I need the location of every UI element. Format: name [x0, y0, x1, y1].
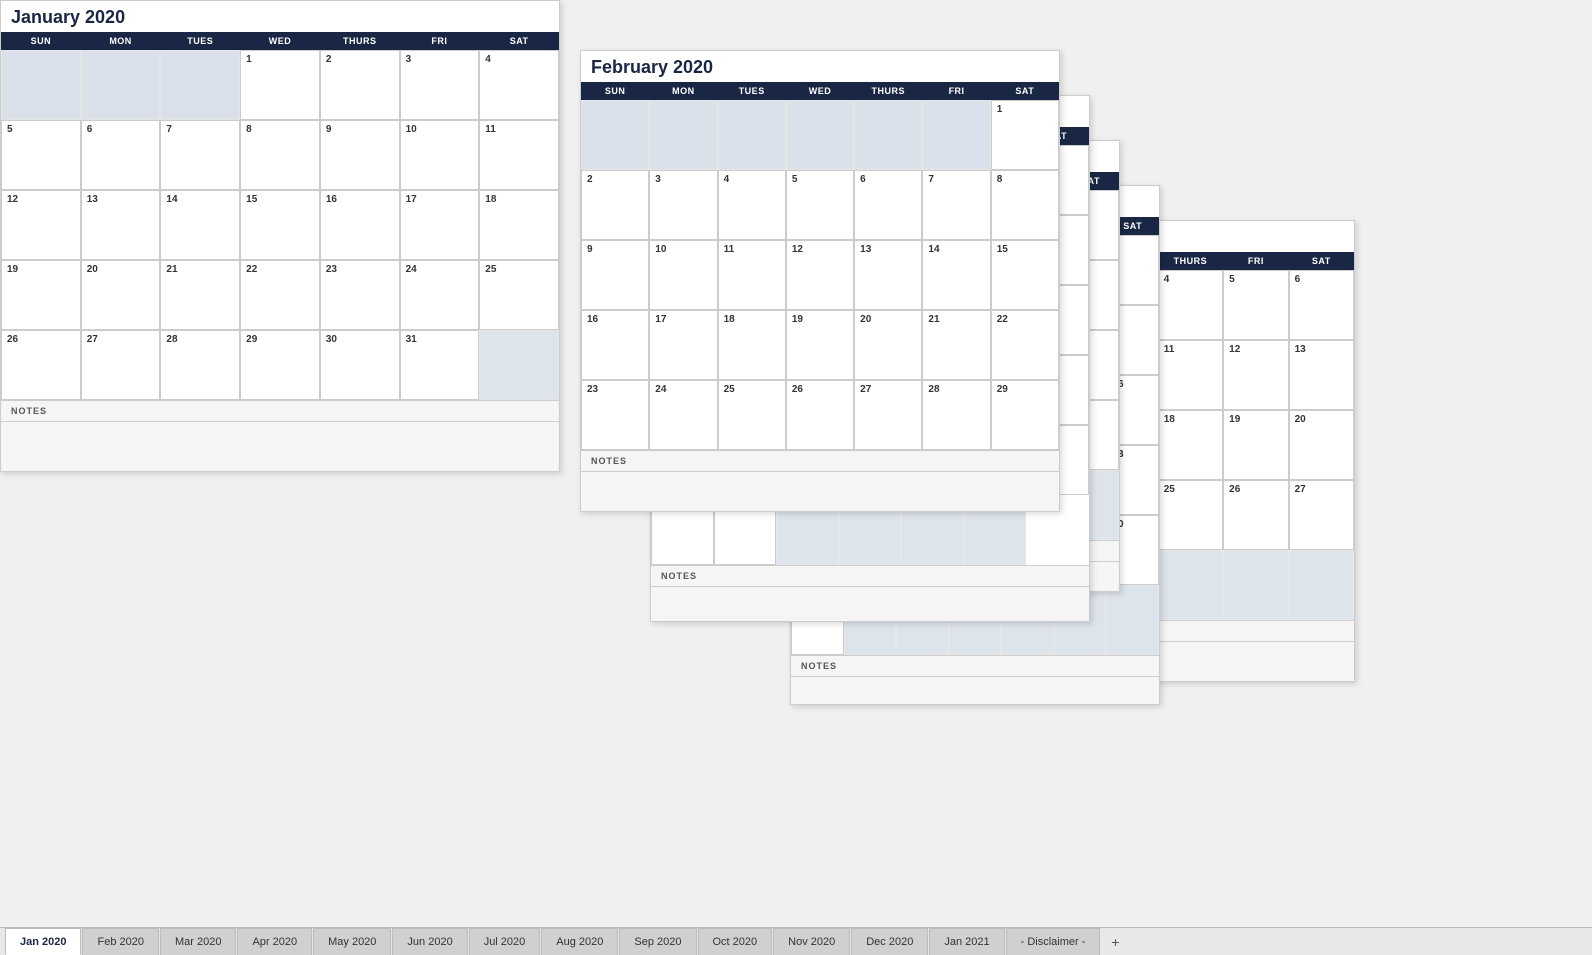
tab-feb-2020[interactable]: Feb 2020 [82, 928, 158, 955]
jan-hdr-thu: THURS [320, 32, 400, 50]
tab-dec-2020[interactable]: Dec 2020 [851, 928, 928, 955]
feb-hdr-thu: THURS [854, 82, 922, 100]
tab-may-2020[interactable]: May 2020 [313, 928, 391, 955]
tab-aug-2020[interactable]: Aug 2020 [541, 928, 618, 955]
jan-day-4: 4 [479, 50, 559, 120]
jan-day-12: 12 [1, 190, 81, 260]
jan-day-2: 2 [320, 50, 400, 120]
main-content: 2020 MONTHLY CALENDAR January 2020 SUN M… [0, 0, 1592, 927]
tab-jan-2020[interactable]: Jan 2020 [5, 928, 81, 955]
jan-day-18: 18 [479, 190, 559, 260]
jan-day-29: 29 [240, 330, 320, 400]
jan-day-31: 31 [400, 330, 480, 400]
app-container: 2020 MONTHLY CALENDAR January 2020 SUN M… [0, 0, 1592, 955]
tab-jun-2020[interactable]: Jun 2020 [392, 928, 467, 955]
january-title: January 2020 [1, 1, 559, 32]
tab-jan-2021[interactable]: Jan 2021 [929, 928, 1004, 955]
jan-hdr-sun: SUN [1, 32, 81, 50]
jan-hdr-wed: WED [240, 32, 320, 50]
jan-day-5: 5 [1, 120, 81, 190]
feb-hdr-fri: FRI [922, 82, 990, 100]
january-body: 1 2 3 4 5 6 7 8 9 10 11 12 13 14 15 16 1… [1, 50, 559, 400]
tab-nov-2020[interactable]: Nov 2020 [773, 928, 850, 955]
jan-day-11: 11 [479, 120, 559, 190]
feb-hdr-sun: SUN [581, 82, 649, 100]
jan-day-6: 6 [81, 120, 161, 190]
tab-mar-2020[interactable]: Mar 2020 [160, 928, 236, 955]
tab-apr-2020[interactable]: Apr 2020 [237, 928, 312, 955]
jan-day-7: 7 [160, 120, 240, 190]
jan-hdr-sat: SAT [479, 32, 559, 50]
feb-hdr-sat: SAT [991, 82, 1059, 100]
jan-day-empty3 [160, 50, 240, 120]
jan-day-26: 26 [1, 330, 81, 400]
calendar-february: February 2020 SUN MON TUES WED THURS FRI… [580, 50, 1060, 512]
jan-day-3: 3 [400, 50, 480, 120]
jan-day-1: 1 [240, 50, 320, 120]
february-body: 1 2 3 4 5 6 7 8 9 10 11 12 13 14 15 16 1… [581, 100, 1059, 450]
jan-day-17: 17 [400, 190, 480, 260]
tab-sep-2020[interactable]: Sep 2020 [619, 928, 696, 955]
feb-notes: NOTES [581, 450, 1059, 471]
tab-bar: Jan 2020 Feb 2020 Mar 2020 Apr 2020 May … [0, 927, 1592, 955]
jan-day-13: 13 [81, 190, 161, 260]
jan-day-28: 28 [160, 330, 240, 400]
calendar-january: January 2020 SUN MON TUES WED THURS FRI … [0, 0, 560, 472]
mar-notes: NOTES [651, 565, 1089, 586]
tab-oct-2020[interactable]: Oct 2020 [698, 928, 773, 955]
february-header: SUN MON TUES WED THURS FRI SAT [581, 82, 1059, 100]
jan-day-15: 15 [240, 190, 320, 260]
jan-day-empty2 [81, 50, 161, 120]
jan-day-30: 30 [320, 330, 400, 400]
jan-day-20: 20 [81, 260, 161, 330]
jan-day-27: 27 [81, 330, 161, 400]
jan-day-19: 19 [1, 260, 81, 330]
february-title: February 2020 [581, 51, 1059, 82]
jan-hdr-mon: MON [81, 32, 161, 50]
jan-day-empty [1, 50, 81, 120]
feb-hdr-tue: TUES [718, 82, 786, 100]
tab-add-button[interactable]: + [1101, 928, 1129, 955]
jan-hdr-fri: FRI [400, 32, 480, 50]
feb-hdr-wed: WED [786, 82, 854, 100]
jan-day-23: 23 [320, 260, 400, 330]
feb-hdr-mon: MON [649, 82, 717, 100]
tab-jul-2020[interactable]: Jul 2020 [469, 928, 541, 955]
jan-hdr-tue: TUES [160, 32, 240, 50]
jan-day-10: 10 [400, 120, 480, 190]
jan-day-21: 21 [160, 260, 240, 330]
january-header: SUN MON TUES WED THURS FRI SAT [1, 32, 559, 50]
jan-day-empty-end [479, 330, 559, 400]
jan-day-8: 8 [240, 120, 320, 190]
jan-day-22: 22 [240, 260, 320, 330]
may-notes: NOTES [791, 655, 1159, 676]
tab-disclaimer[interactable]: - Disclaimer - [1006, 928, 1101, 955]
jan-day-25: 25 [479, 260, 559, 330]
jan-day-16: 16 [320, 190, 400, 260]
jan-notes: NOTES [1, 400, 559, 421]
jan-day-24: 24 [400, 260, 480, 330]
jan-day-9: 9 [320, 120, 400, 190]
jan-day-14: 14 [160, 190, 240, 260]
